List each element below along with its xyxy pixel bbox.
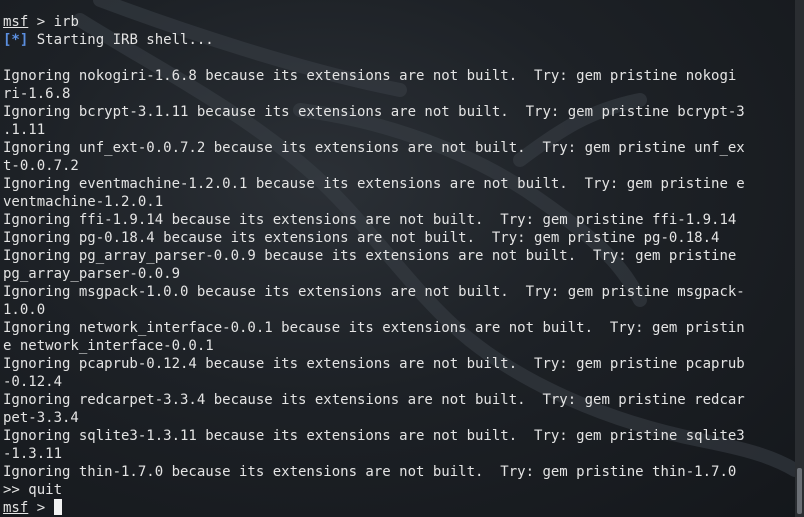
prompt-suffix: > [28, 14, 54, 30]
status-line: [*] Starting IRB shell... [3, 31, 795, 49]
output-line: pg_array_parser-0.0.9 [3, 266, 181, 282]
output-lines: Ignoring nokogiri-1.6.8 because its exte… [3, 67, 795, 481]
output-line: Ignoring msgpack-1.0.0 because its exten… [3, 284, 745, 300]
output-line: Ignoring pg_array_parser-0.0.9 because i… [3, 248, 737, 264]
status-marker: [*] [3, 32, 29, 48]
irb-prompt: >> [3, 482, 29, 498]
command-text: irb [53, 14, 79, 30]
prompt-suffix: > [28, 500, 54, 516]
output-line: Ignoring pg-0.18.4 because its extension… [3, 230, 720, 246]
output-line: -1.3.11 [3, 446, 63, 462]
irb-line: >> quit [3, 481, 795, 499]
terminal-output: msf > irb [*] Starting IRB shell... Igno… [3, 13, 795, 517]
msf-prompt-label: msf [3, 500, 29, 516]
output-line: ventmachine-1.2.0.1 [3, 194, 164, 210]
status-text: Starting IRB shell... [28, 32, 214, 48]
output-line: 1.0.0 [3, 302, 46, 318]
terminal-window[interactable]: msf > irb [*] Starting IRB shell... Igno… [0, 0, 804, 517]
output-line: Ignoring eventmachine-1.2.0.1 because it… [3, 176, 745, 192]
vertical-scrollbar[interactable] [795, 0, 804, 517]
msf-prompt-label: msf [3, 14, 29, 30]
output-line: Ignoring nokogiri-1.6.8 because its exte… [3, 68, 737, 84]
output-line: Ignoring bcrypt-3.1.11 because its exten… [3, 104, 745, 120]
output-line: Ignoring network_interface-0.0.1 because… [3, 320, 745, 336]
command-line: msf > irb [3, 13, 795, 31]
output-line: Ignoring thin-1.7.0 because its extensio… [3, 464, 737, 480]
final-prompt-line[interactable]: msf > [3, 499, 795, 517]
output-line: -0.12.4 [3, 374, 63, 390]
output-line: Ignoring pcaprub-0.12.4 because its exte… [3, 356, 745, 372]
scrollbar-thumb[interactable] [797, 468, 802, 514]
output-line: e network_interface-0.0.1 [3, 338, 214, 354]
output-line: ri-1.6.8 [3, 86, 71, 102]
text-cursor [53, 499, 62, 515]
output-line: Ignoring ffi-1.9.14 because its extensio… [3, 212, 737, 228]
output-line: Ignoring redcarpet-3.3.4 because its ext… [3, 392, 745, 408]
output-line: Ignoring unf_ext-0.0.7.2 because its ext… [3, 140, 745, 156]
output-line: pet-3.3.4 [3, 410, 79, 426]
irb-command: quit [28, 482, 63, 498]
output-line: Ignoring sqlite3-1.3.11 because its exte… [3, 428, 745, 444]
output-line: .1.11 [3, 122, 46, 138]
output-line: t-0.0.7.2 [3, 158, 79, 174]
